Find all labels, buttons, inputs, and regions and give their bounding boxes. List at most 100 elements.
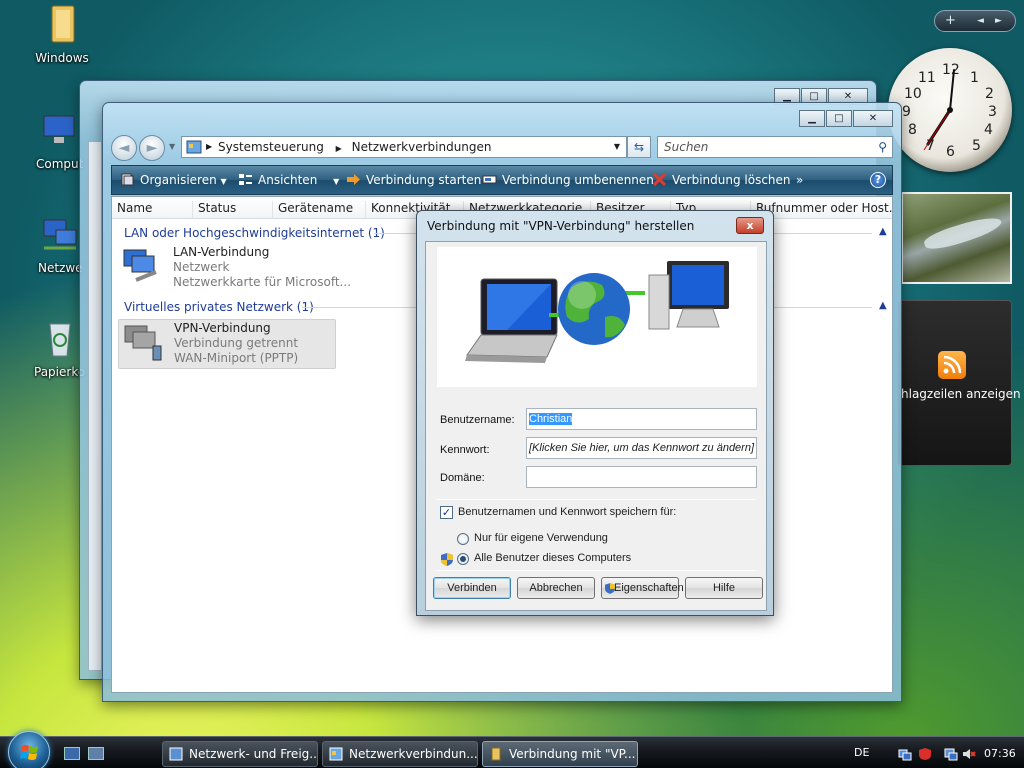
control-panel-icon [186,140,202,154]
collapse-group-icon[interactable]: ▲ [879,300,887,311]
clock-time[interactable]: 07:36 [984,747,1016,760]
taskbar-button-network-connections[interactable]: Netzwerkverbindun... [322,741,478,767]
language-indicator[interactable]: DE [854,746,869,759]
vpn-connect-dialog[interactable]: Verbindung mit "VPN-Verbindung" herstell… [416,210,774,616]
connection-status: Verbindung getrennt [174,336,299,350]
previous-page-button[interactable]: ◄ [977,16,984,26]
clock-hands-icon [923,69,955,151]
delete-connection-button[interactable]: Verbindung löschen [652,173,791,187]
save-credentials-label: Benutzernamen und Kennwort speichern für… [458,506,677,518]
properties-button[interactable]: Eigenschaften [601,577,684,599]
save-credentials-checkbox[interactable]: ✓ [440,506,453,519]
back-button[interactable]: ◄ [111,135,137,161]
windows-logo-icon [20,745,38,760]
desktop-icon-windows[interactable]: Windows [26,4,98,65]
desktop-icon-label: Windows [35,51,89,65]
dialog-close-button[interactable]: x [736,217,764,234]
cancel-button[interactable]: Abbrechen [517,577,595,599]
control-panel-icon [329,747,343,761]
address-row: ◄ ► ▼ ▶ Systemsteuerung ▶ Netzwerkverbin… [111,133,893,161]
connect-button[interactable]: Verbinden [433,577,511,599]
taskbar-button-network-center[interactable]: Netzwerk- und Freig... [162,741,318,767]
connection-name: LAN-Verbindung [173,245,270,259]
password-hint: [Klicken Sie hier, um das Kennwort zu än… [529,442,755,454]
network-icon [43,219,77,250]
more-commands-button[interactable]: » [796,173,803,187]
search-icon[interactable]: ⚲ [878,137,887,157]
rename-icon [482,175,497,184]
network-tray-icon[interactable] [898,747,912,761]
rename-connection-button[interactable]: Verbindung umbenennen [482,173,654,187]
close-button[interactable]: ✕ [853,110,893,127]
delete-icon [652,173,667,186]
view-headlines-link[interactable]: hlagzeilen anzeigen [901,387,1021,401]
connection-device: Netzwerkkarte für Microsoft... [173,275,352,289]
minimize-button[interactable]: ▁ [799,110,825,127]
computer-icon [43,115,75,143]
views-icon [239,174,252,185]
connection-item-vpn[interactable]: VPN-Verbindung Verbindung getrennt WAN-M… [118,319,336,369]
organize-icon [121,173,134,186]
dialog-body: Benutzername: Christian Kennwort: [Klick… [425,241,767,611]
group-header-lan[interactable]: LAN oder Hochgeschwindigkeitsinternet (1… [124,226,385,240]
connection-device: WAN-Miniport (PPTP) [174,351,299,365]
connection-banner [437,247,757,387]
help-icon[interactable]: ? [870,172,886,188]
feed-headlines-gadget[interactable]: hlagzeilen anzeigen [897,300,1021,466]
username-value: Christian [529,413,573,425]
radio-own-use-label: Nur für eigene Verwendung [474,532,608,544]
vpn-connection-icon [124,325,162,361]
folder-icon [51,5,75,43]
command-bar: Organisieren ▼ Ansichten ▼ Verbindung st… [111,165,893,195]
collapse-group-icon[interactable]: ▲ [879,226,887,237]
clock-gadget[interactable]: 12 1 2 3 4 5 6 7 8 9 10 11 [888,48,1012,172]
volume-muted-icon[interactable] [962,747,976,761]
security-tray-icon[interactable] [918,747,932,761]
add-gadget-button[interactable]: + [945,13,956,28]
arrow-right-icon [347,174,360,185]
address-dropdown-icon[interactable]: ▼ [614,137,620,157]
network-connections-tray-icon[interactable] [944,747,958,761]
help-button[interactable]: Hilfe [685,577,763,599]
address-bar[interactable]: ▶ Systemsteuerung ▶ Netzwerkverbindungen… [181,136,627,158]
group-header-vpn[interactable]: Virtuelles privates Netzwerk (1) [124,300,314,314]
sidebar-controls: + ◄ ► [934,10,1016,32]
refresh-button[interactable]: ⇆ [627,136,651,158]
column-header-name[interactable]: Name [112,201,192,219]
next-page-button[interactable]: ► [995,16,1002,26]
connection-item-lan[interactable]: LAN-Verbindung Netzwerk Netzwerkkarte fü… [118,244,351,294]
network-center-icon [169,747,183,761]
start-button[interactable] [8,731,50,768]
recent-pages-icon[interactable]: ▼ [169,142,175,151]
views-menu[interactable]: Ansichten ▼ [238,173,339,187]
start-connection-button[interactable]: Verbindung starten [346,173,481,187]
radio-all-users[interactable] [457,553,469,565]
laptop-globe-computer-illustration [465,261,729,363]
uac-shield-icon [605,583,615,594]
slideshow-gadget[interactable] [901,192,1012,284]
taskbar: Netzwerk- und Freig... Netzwerkverbindun… [0,731,1024,768]
connection-name: VPN-Verbindung [174,321,271,335]
folder-icon [491,747,501,761]
column-header-status[interactable]: Status [192,201,272,219]
maximize-button[interactable]: □ [826,110,852,127]
username-input[interactable]: Christian [526,408,757,430]
search-input[interactable]: Suchen ⚲ [657,136,893,158]
domain-input[interactable] [526,466,757,488]
organize-menu[interactable]: Organisieren ▼ [120,173,227,187]
switch-windows-icon[interactable] [88,747,104,760]
column-header-device[interactable]: Gerätename [272,201,365,219]
breadcrumb-network-connections[interactable]: Netzwerkverbindungen [352,140,492,154]
window-caption-buttons: ▁ □ ✕ [798,110,893,127]
recycle-bin-icon [49,323,71,357]
breadcrumb-control-panel[interactable]: Systemsteuerung [218,140,324,154]
uac-shield-icon [441,553,453,566]
taskbar-button-vpn-dialog[interactable]: Verbindung mit "VP... [482,741,638,767]
connection-status: Netzwerk [173,260,230,274]
show-desktop-icon[interactable] [64,747,80,760]
username-label: Benutzername: [440,414,515,426]
radio-all-users-label: Alle Benutzer dieses Computers [474,552,632,564]
radio-own-use[interactable] [457,533,469,545]
forward-button[interactable]: ► [139,135,165,161]
password-input[interactable]: [Klicken Sie hier, um das Kennwort zu än… [526,437,757,459]
